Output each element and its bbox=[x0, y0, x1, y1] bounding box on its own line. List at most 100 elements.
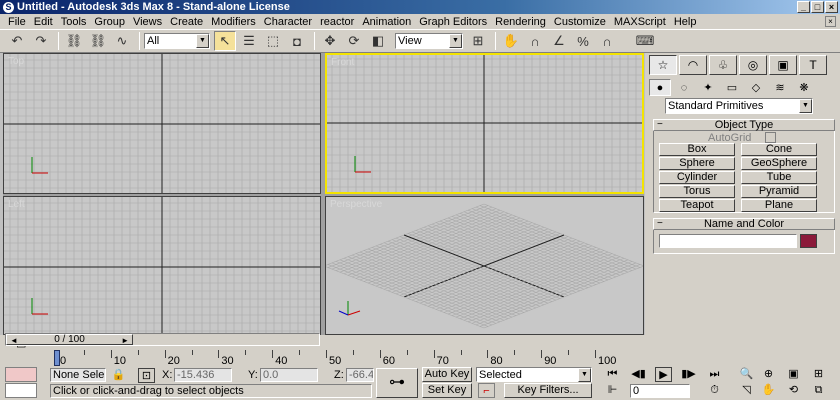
next-frame-icon[interactable]: ▮▶ bbox=[680, 367, 697, 382]
select-and-scale-icon[interactable]: ◧ bbox=[367, 31, 389, 51]
object-color-swatch[interactable] bbox=[800, 234, 817, 248]
current-frame-field[interactable]: 0 bbox=[630, 384, 690, 398]
collapse-icon[interactable]: − bbox=[657, 219, 663, 229]
select-and-move-icon[interactable]: ✥ bbox=[319, 31, 341, 51]
viewport-front[interactable]: Front bbox=[325, 53, 644, 194]
zoom-extents-icon[interactable]: ▣ bbox=[785, 367, 802, 382]
cylinder-button[interactable]: Cylinder bbox=[659, 171, 735, 184]
select-and-link-icon[interactable]: ⛓ bbox=[63, 31, 85, 51]
go-to-start-icon[interactable]: ⏮ bbox=[604, 367, 621, 382]
display-tab-icon[interactable]: ▣ bbox=[769, 55, 797, 75]
pyramid-button[interactable]: Pyramid bbox=[741, 185, 817, 198]
menu-close-icon[interactable]: × bbox=[825, 16, 836, 27]
zoom-all-icon[interactable]: ⊕ bbox=[760, 367, 777, 382]
maximize-button[interactable]: □ bbox=[811, 1, 824, 13]
primitive-category-dropdown[interactable]: Standard Primitives ▼ bbox=[665, 98, 813, 114]
play-icon[interactable]: ▶ bbox=[655, 367, 672, 382]
slider-right-arrow-icon[interactable]: ► bbox=[121, 336, 129, 345]
selection-filter-dropdown[interactable]: All ▼ bbox=[144, 33, 210, 49]
close-button[interactable]: × bbox=[825, 1, 838, 13]
redo-icon[interactable]: ↷ bbox=[30, 31, 52, 51]
torus-button[interactable]: Torus bbox=[659, 185, 735, 198]
maxscript-listener-box[interactable] bbox=[5, 383, 37, 398]
select-by-name-icon[interactable]: ☰ bbox=[238, 31, 260, 51]
geometry-icon[interactable]: ● bbox=[649, 79, 671, 96]
autogrid-checkbox[interactable] bbox=[765, 132, 776, 143]
menu-views[interactable]: Views bbox=[129, 16, 166, 28]
arc-rotate-icon[interactable]: ⟲ bbox=[785, 383, 802, 398]
viewport-label[interactable]: Perspective bbox=[330, 199, 382, 210]
field-of-view-icon[interactable]: ◹ bbox=[738, 383, 755, 398]
zoom-extents-all-icon[interactable]: ⊞ bbox=[810, 367, 827, 382]
slider-left-arrow-icon[interactable]: ◄ bbox=[10, 336, 18, 345]
timeline-track[interactable]: 0 10 20 30 40 50 60 70 80 90 100 bbox=[5, 350, 616, 368]
spinner-snap-icon[interactable]: ∩ bbox=[596, 31, 618, 51]
plane-button[interactable]: Plane bbox=[741, 199, 817, 212]
menu-animation[interactable]: Animation bbox=[358, 16, 415, 28]
time-slider[interactable]: ◄ 0 / 100 ► bbox=[5, 333, 320, 346]
undo-icon[interactable]: ↶ bbox=[6, 31, 28, 51]
app-icon[interactable]: S bbox=[3, 1, 14, 13]
menu-edit[interactable]: Edit bbox=[30, 16, 57, 28]
auto-key-button[interactable]: Auto Key bbox=[422, 367, 472, 382]
utilities-tab-icon[interactable]: T bbox=[799, 55, 827, 75]
menu-rendering[interactable]: Rendering bbox=[491, 16, 550, 28]
menu-help[interactable]: Help bbox=[670, 16, 701, 28]
select-object-icon[interactable]: ↖ bbox=[214, 31, 236, 51]
tube-button[interactable]: Tube bbox=[741, 171, 817, 184]
set-key-icon[interactable]: ⊶ bbox=[376, 368, 418, 398]
object-name-input[interactable] bbox=[659, 234, 797, 248]
reference-coordinate-dropdown[interactable]: View ▼ bbox=[395, 33, 463, 49]
pan-view-icon[interactable]: ✋ bbox=[760, 383, 777, 398]
select-and-manipulate-icon[interactable]: ✋ bbox=[500, 31, 522, 51]
hierarchy-tab-icon[interactable]: ♧ bbox=[709, 55, 737, 75]
menu-character[interactable]: Character bbox=[260, 16, 316, 28]
key-mode-dropdown[interactable]: Selected ▼ bbox=[476, 367, 592, 382]
chevron-down-icon[interactable]: ▼ bbox=[799, 99, 812, 113]
time-slider-thumb[interactable]: ◄ 0 / 100 ► bbox=[6, 334, 133, 345]
menu-file[interactable]: File bbox=[4, 16, 30, 28]
name-and-color-rollout-header[interactable]: − Name and Color bbox=[653, 218, 835, 230]
key-mode-toggle-icon[interactable]: ⊩ bbox=[604, 383, 621, 398]
absolute-mode-icon[interactable]: ⊡ bbox=[138, 368, 155, 383]
named-selection-sets-icon[interactable]: ⌨ bbox=[634, 31, 656, 51]
z-coordinate-field[interactable]: -66.4 bbox=[346, 368, 374, 382]
create-tab-icon[interactable]: ☆ bbox=[649, 55, 677, 75]
menu-graph-editors[interactable]: Graph Editors bbox=[415, 16, 491, 28]
menu-tools[interactable]: Tools bbox=[57, 16, 91, 28]
zoom-icon[interactable]: 🔍 bbox=[738, 367, 755, 382]
geosphere-button[interactable]: GeoSphere bbox=[741, 157, 817, 170]
angle-snap-icon[interactable]: ∠ bbox=[548, 31, 570, 51]
chevron-down-icon[interactable]: ▼ bbox=[196, 34, 209, 48]
lock-selection-icon[interactable]: 🔒 bbox=[110, 368, 127, 383]
key-filters-button[interactable]: Key Filters... bbox=[504, 383, 592, 398]
minimize-button[interactable]: _ bbox=[797, 1, 810, 13]
menu-customize[interactable]: Customize bbox=[550, 16, 610, 28]
viewport-label[interactable]: Top bbox=[8, 56, 24, 67]
object-type-rollout-header[interactable]: − Object Type bbox=[653, 119, 835, 131]
maximize-viewport-icon[interactable]: ⧉ bbox=[810, 383, 827, 398]
y-coordinate-field[interactable]: 0.0 bbox=[260, 368, 318, 382]
cone-button[interactable]: Cone bbox=[741, 143, 817, 156]
shapes-icon[interactable]: ◌ bbox=[673, 79, 695, 96]
default-in-out-tangent-icon[interactable]: ⌐ bbox=[478, 383, 495, 398]
window-crossing-icon[interactable]: ◘ bbox=[286, 31, 308, 51]
rectangular-selection-icon[interactable]: ⬚ bbox=[262, 31, 284, 51]
space-warps-icon[interactable]: ≋ bbox=[769, 79, 791, 96]
teapot-button[interactable]: Teapot bbox=[659, 199, 735, 212]
viewport-label[interactable]: Front bbox=[331, 57, 354, 68]
cameras-icon[interactable]: ▭ bbox=[721, 79, 743, 96]
lights-icon[interactable]: ✦ bbox=[697, 79, 719, 96]
select-and-rotate-icon[interactable]: ⟳ bbox=[343, 31, 365, 51]
viewport-top[interactable]: Top bbox=[3, 53, 321, 194]
systems-icon[interactable]: ❋ bbox=[793, 79, 815, 96]
previous-frame-icon[interactable]: ◀▮ bbox=[630, 367, 647, 382]
motion-tab-icon[interactable]: ◎ bbox=[739, 55, 767, 75]
menu-group[interactable]: Group bbox=[90, 16, 129, 28]
box-button[interactable]: Box bbox=[659, 143, 735, 156]
viewport-perspective[interactable]: Perspective bbox=[325, 196, 644, 335]
viewport-left[interactable]: Left bbox=[3, 196, 321, 335]
snaps-toggle-icon[interactable]: ∩ bbox=[524, 31, 546, 51]
menu-reactor[interactable]: reactor bbox=[316, 16, 358, 28]
sphere-button[interactable]: Sphere bbox=[659, 157, 735, 170]
